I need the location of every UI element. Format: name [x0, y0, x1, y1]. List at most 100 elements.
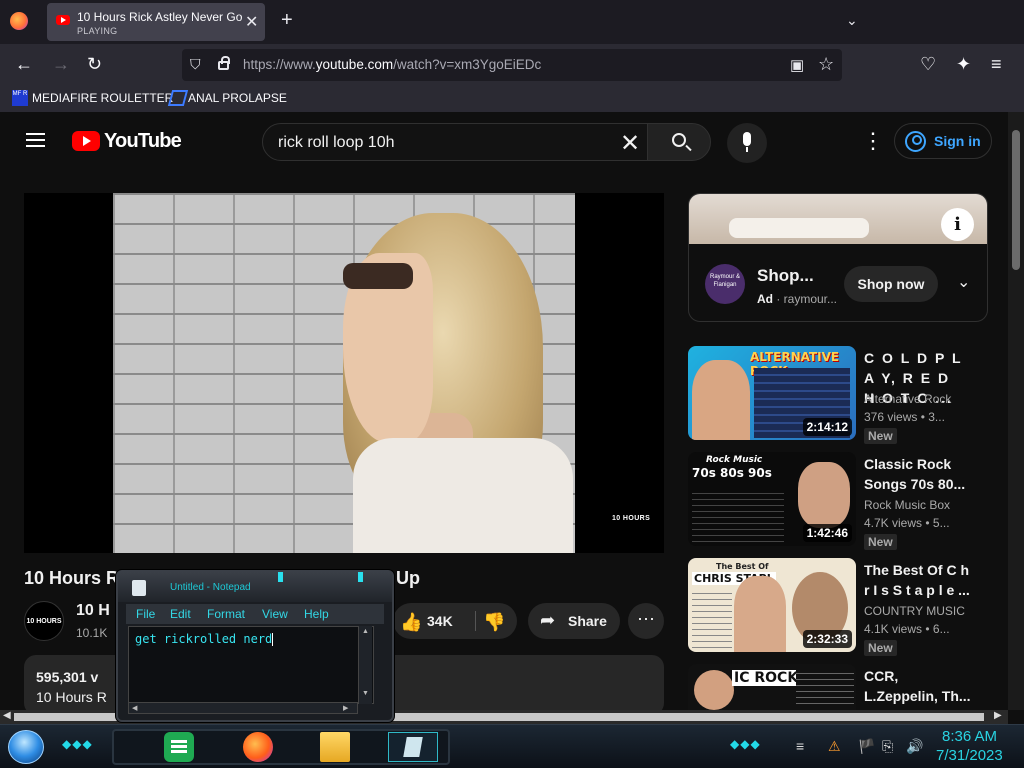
menu-file[interactable]: File	[136, 607, 155, 621]
search-input[interactable]: rick roll loop 10h	[278, 134, 395, 152]
picture-in-picture-icon[interactable]: ▣	[790, 56, 804, 74]
recommended-video[interactable]: IC ROCK CCR, L.Zeppelin, Th...	[688, 664, 1008, 710]
firefox-app-icon[interactable]	[243, 732, 273, 762]
thumbnail-text: IC ROCK	[732, 670, 801, 686]
tab-list-chevron-icon[interactable]: ⌄	[846, 12, 858, 29]
bookmark-folder-icon	[167, 90, 189, 106]
bookmarks-toolbar: MF R MEDIAFIRE ROULETTER ANAL PROLAPSE	[0, 86, 1024, 112]
vertical-scroll-thumb[interactable]	[1012, 130, 1020, 270]
ad-title[interactable]: Shop...	[757, 266, 814, 286]
clock-time[interactable]: 8:36 AM	[942, 728, 997, 745]
ad-meta: Ad · raymour...	[757, 292, 837, 306]
recommended-video[interactable]: ALTERNATIVE ROCK 2:14:12 C O L D P L A Y…	[688, 346, 1008, 444]
scroll-left-icon[interactable]: ◀	[132, 704, 137, 712]
menu-view[interactable]: View	[262, 607, 288, 621]
browser-tab-active[interactable]: 10 Hours Rick Astley Never Gonna Give Yo…	[47, 3, 265, 41]
like-icon[interactable]: 👍	[400, 612, 422, 633]
clock-date[interactable]: 7/31/2023	[936, 747, 1003, 764]
video-thumbnail[interactable]: The Best Of CHRIS STAPL 2:32:33	[688, 558, 856, 652]
window-accent-icon	[358, 572, 363, 582]
notepad-horizontal-scrollbar[interactable]: ◀ ▶	[128, 702, 358, 714]
notepad-window[interactable]: Untitled - Notepad File Edit Format View…	[116, 570, 394, 722]
app-menu-icon[interactable]: ≡	[991, 54, 1002, 75]
video-person-sunglasses	[343, 263, 413, 289]
url-text[interactable]: https://www.youtube.com/watch?v=xm3YgoEi…	[243, 57, 541, 72]
action-center-flag-icon[interactable]: 🏴	[858, 738, 875, 755]
menu-edit[interactable]: Edit	[170, 607, 191, 621]
search-box[interactable]: rick roll loop 10h ✕	[262, 123, 648, 161]
share-button[interactable]: ➦ Share	[528, 603, 620, 639]
new-tab-button[interactable]: +	[281, 9, 293, 32]
file-explorer-app-icon[interactable]	[320, 732, 350, 762]
url-bar[interactable]: ⛉ https://www.youtube.com/watch?v=xm3Ygo…	[182, 49, 842, 81]
ad-info-icon[interactable]: i	[941, 208, 974, 241]
menu-format[interactable]: Format	[207, 607, 245, 621]
tab-title: 10 Hours Rick Astley Never Gonna Give Yo…	[77, 10, 242, 24]
sponsored-ad-card[interactable]: i Raymour & Flanigan Shop... Ad · raymou…	[688, 193, 988, 322]
tracking-shield-icon[interactable]: ⛉	[190, 56, 201, 73]
notepad-text-area[interactable]: get rickrolled nerd	[128, 626, 374, 704]
notepad-vertical-scrollbar[interactable]: ▲ ▼	[358, 626, 372, 704]
like-count[interactable]: 34K	[427, 613, 453, 629]
scroll-down-icon[interactable]: ▼	[362, 690, 369, 697]
bookmark-anal-prolapse[interactable]: ANAL PROLAPSE	[188, 91, 287, 105]
start-button[interactable]	[8, 730, 44, 764]
firefox-view-icon[interactable]	[10, 12, 28, 30]
voice-search-button[interactable]	[727, 123, 767, 163]
scroll-up-icon[interactable]: ▲	[362, 628, 369, 635]
sign-in-button[interactable]: Sign in	[894, 123, 992, 159]
lock-icon[interactable]	[218, 56, 230, 70]
channel-name[interactable]: 10 H	[76, 602, 110, 620]
bookmark-mediafire-rouletter[interactable]: MEDIAFIRE ROULETTER	[32, 91, 173, 105]
notepad-title-bar[interactable]: Untitled - Notepad	[118, 572, 392, 602]
more-actions-button[interactable]: ⋯	[628, 603, 664, 639]
recommended-video-title[interactable]: The Best Of C h r I s S t a p l e ...	[864, 560, 970, 600]
ad-advertiser: · raymour...	[773, 292, 838, 306]
show-hidden-icons-icon[interactable]: ≡	[796, 738, 804, 754]
video-thumbnail[interactable]: IC ROCK	[688, 664, 856, 710]
clear-search-icon[interactable]: ✕	[620, 129, 640, 158]
sign-in-label: Sign in	[934, 133, 981, 149]
notepad-app-icon[interactable]	[388, 732, 438, 762]
update-warning-icon[interactable]: ⚠	[828, 738, 841, 755]
recommended-channel[interactable]: COUNTRY MUSIC	[864, 604, 965, 618]
youtube-logo-icon[interactable]	[72, 131, 100, 151]
scroll-left-icon[interactable]: ◀	[3, 710, 11, 721]
network-icon[interactable]: ⎘	[882, 738, 893, 755]
video-thumbnail[interactable]: Rock Music 70s 80s 90s 1:42:46	[688, 452, 856, 546]
thumbnail-person	[734, 576, 786, 652]
recommended-channel[interactable]: Rock Music Box	[864, 498, 950, 512]
sticky-notes-app-icon[interactable]	[164, 732, 194, 762]
channel-avatar[interactable]: 10 HOURS	[24, 601, 64, 641]
video-player[interactable]: 10 HOURS	[24, 193, 664, 553]
recommended-video-title[interactable]: CCR, L.Zeppelin, Th...	[864, 666, 974, 706]
recommended-video[interactable]: Rock Music 70s 80s 90s 1:42:46 Classic R…	[688, 452, 1008, 550]
recommended-channel[interactable]: Alternative Rock	[864, 392, 951, 406]
back-button[interactable]: ←	[15, 54, 33, 75]
recommended-views: 4.1K views • 6...	[864, 622, 950, 636]
notepad-title: Untitled - Notepad	[170, 582, 251, 593]
extensions-icon[interactable]: ✦	[956, 54, 971, 75]
ad-expand-chevron-icon[interactable]: ⌄	[957, 272, 970, 292]
guide-menu-icon[interactable]	[26, 133, 45, 147]
scroll-right-icon[interactable]: ▶	[343, 704, 348, 712]
close-tab-icon[interactable]: ✕	[245, 12, 258, 32]
scroll-right-icon[interactable]: ▶	[994, 710, 1002, 721]
subscriber-count: 10.1K	[76, 626, 108, 640]
video-thumbnail[interactable]: ALTERNATIVE ROCK 2:14:12	[688, 346, 856, 440]
video-duration: 2:14:12	[802, 418, 852, 436]
dislike-icon[interactable]: 👎	[483, 612, 505, 633]
bookmark-star-icon[interactable]: ☆	[818, 54, 834, 75]
recommended-video-title[interactable]: Classic Rock Songs 70s 80...	[864, 454, 974, 494]
forward-button[interactable]: →	[52, 54, 70, 75]
reload-button[interactable]: ↻	[87, 54, 102, 75]
recommended-video[interactable]: The Best Of CHRIS STAPL 2:32:33 The Best…	[688, 558, 1008, 656]
volume-icon[interactable]: 🔊	[906, 738, 923, 755]
search-button[interactable]	[647, 123, 711, 161]
settings-more-icon[interactable]: ⋮	[862, 128, 884, 154]
youtube-logo-text[interactable]: YouTube	[104, 130, 182, 153]
page-vertical-scrollbar[interactable]	[1008, 112, 1024, 710]
shop-now-button[interactable]: Shop now	[844, 266, 938, 302]
pocket-icon[interactable]: ♡	[920, 54, 936, 75]
menu-help[interactable]: Help	[304, 607, 329, 621]
